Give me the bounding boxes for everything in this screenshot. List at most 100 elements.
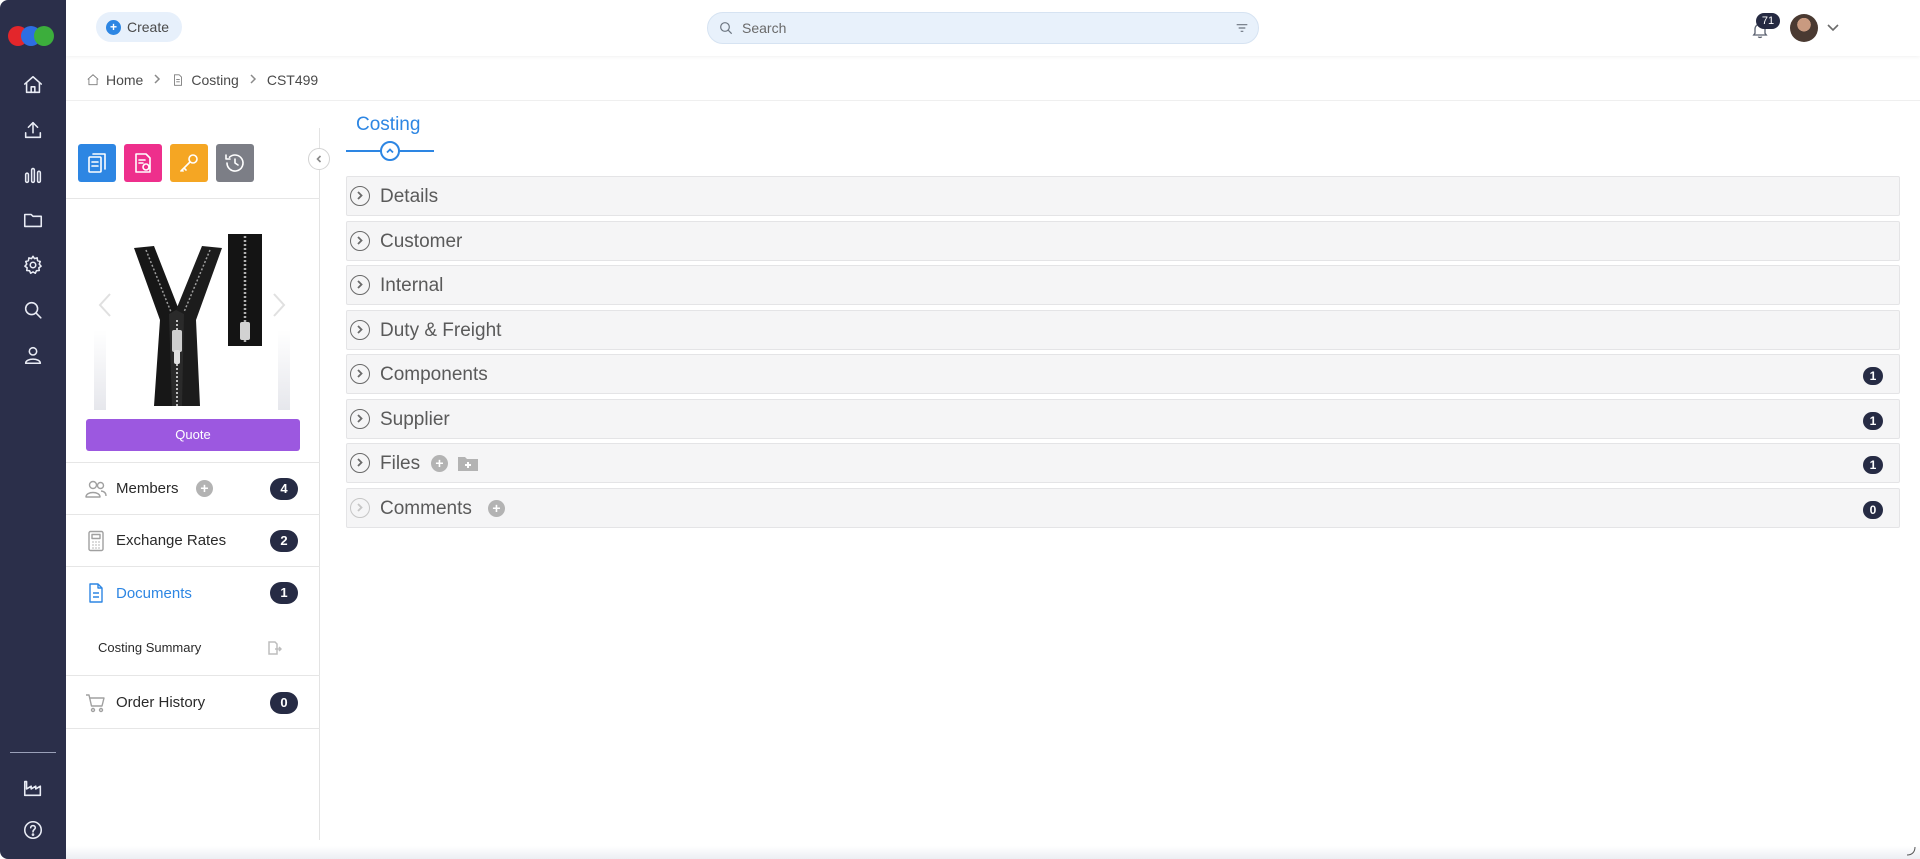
add-file-button[interactable]: + bbox=[431, 455, 448, 472]
analytics-icon[interactable] bbox=[19, 161, 47, 189]
chevron-up-icon[interactable] bbox=[380, 141, 400, 161]
section-internal[interactable]: Internal bbox=[346, 265, 1900, 305]
section-components[interactable]: Components 1 bbox=[346, 354, 1900, 394]
history-button[interactable] bbox=[216, 144, 254, 182]
document-item-costing-summary[interactable]: Costing Summary bbox=[66, 620, 320, 676]
tab-costing[interactable]: Costing bbox=[346, 110, 434, 161]
chevron-down-icon[interactable] bbox=[1826, 20, 1840, 34]
search-icon[interactable] bbox=[19, 296, 47, 324]
avatar[interactable] bbox=[1790, 14, 1818, 42]
add-comment-button[interactable]: + bbox=[488, 500, 505, 517]
report-button[interactable] bbox=[124, 144, 162, 182]
chevron-right-icon bbox=[247, 72, 259, 88]
breadcrumb: Home Costing CST499 bbox=[86, 70, 318, 90]
expand-icon[interactable] bbox=[350, 364, 370, 384]
notification-badge: 71 bbox=[1756, 13, 1780, 29]
breadcrumb-divider bbox=[66, 100, 1920, 101]
section-comments[interactable]: Comments + 0 bbox=[346, 488, 1900, 528]
key-icon bbox=[180, 154, 198, 172]
breadcrumb-current: CST499 bbox=[266, 72, 319, 88]
quote-button[interactable]: Quote bbox=[86, 419, 300, 451]
product-image-zipper[interactable] bbox=[124, 230, 264, 416]
components-count: 1 bbox=[1863, 367, 1883, 385]
expand-icon[interactable] bbox=[350, 320, 370, 340]
document-icon bbox=[174, 74, 183, 86]
section-details[interactable]: Details bbox=[346, 176, 1900, 216]
supplier-count: 1 bbox=[1863, 412, 1883, 430]
add-member-button[interactable]: + bbox=[196, 480, 213, 497]
section-title: Duty & Freight bbox=[380, 320, 502, 341]
breadcrumb-costing-label: Costing bbox=[191, 72, 239, 88]
filter-icon[interactable] bbox=[1234, 20, 1250, 36]
order-history-label: Order History bbox=[116, 694, 206, 711]
comments-count: 0 bbox=[1863, 501, 1883, 519]
documents-count: 1 bbox=[270, 582, 298, 604]
carousel-prev-arrow[interactable] bbox=[96, 290, 116, 320]
section-title: Comments bbox=[380, 498, 472, 519]
collapse-panel-button[interactable] bbox=[308, 148, 330, 170]
nav-rail bbox=[0, 0, 66, 859]
expand-icon[interactable] bbox=[350, 186, 370, 206]
history-icon bbox=[225, 154, 244, 172]
section-supplier[interactable]: Supplier 1 bbox=[346, 399, 1900, 439]
add-folder-icon[interactable] bbox=[457, 453, 479, 473]
expand-icon[interactable] bbox=[350, 275, 370, 295]
factory-icon[interactable] bbox=[19, 774, 47, 802]
calculator-icon bbox=[84, 529, 108, 553]
expand-icon[interactable] bbox=[350, 409, 370, 429]
section-title: Internal bbox=[380, 275, 444, 296]
settings-icon[interactable] bbox=[19, 251, 47, 279]
expand-icon[interactable] bbox=[350, 498, 370, 518]
app-logo[interactable] bbox=[8, 26, 58, 46]
exchange-rates-count: 2 bbox=[270, 530, 298, 552]
documents-label: Documents bbox=[116, 584, 192, 602]
breadcrumb-costing[interactable]: Costing bbox=[171, 72, 239, 88]
export-icon[interactable] bbox=[266, 640, 283, 656]
section-duty-freight[interactable]: Duty & Freight bbox=[346, 310, 1900, 350]
carousel-fade-right bbox=[278, 330, 290, 410]
help-icon[interactable] bbox=[19, 816, 47, 844]
cart-icon bbox=[84, 691, 108, 715]
top-bar: + Create bbox=[66, 0, 1920, 56]
breadcrumb-home-label: Home bbox=[106, 72, 144, 88]
upload-icon[interactable] bbox=[19, 116, 47, 144]
files-count: 1 bbox=[1863, 456, 1883, 474]
documents-icon bbox=[84, 581, 108, 605]
folder-icon[interactable] bbox=[19, 206, 47, 234]
user-icon[interactable] bbox=[19, 341, 47, 369]
search-bar[interactable] bbox=[707, 12, 1259, 44]
report-icon bbox=[135, 153, 151, 173]
sidebar-item-order-history[interactable]: Order History 0 bbox=[66, 677, 320, 729]
sidebar-item-members[interactable]: Members + 4 bbox=[66, 463, 320, 515]
section-title: Details bbox=[380, 186, 439, 207]
toolbar-divider bbox=[66, 198, 320, 199]
search-input[interactable] bbox=[742, 20, 1224, 36]
breadcrumb-home[interactable]: Home bbox=[86, 72, 143, 88]
home-icon[interactable] bbox=[19, 71, 47, 99]
create-button[interactable]: + Create bbox=[96, 12, 182, 42]
section-title: Customer bbox=[380, 231, 463, 252]
chevron-left-icon bbox=[316, 155, 322, 163]
section-title: Files bbox=[380, 453, 421, 474]
expand-icon[interactable] bbox=[350, 453, 370, 473]
members-icon bbox=[84, 477, 108, 501]
key-button[interactable] bbox=[170, 144, 208, 182]
product-image-carousel bbox=[94, 220, 290, 416]
order-history-count: 0 bbox=[270, 692, 298, 714]
carousel-next-arrow[interactable] bbox=[268, 290, 288, 320]
record-side-panel: Quote Members + 4 Exchange Rates 2 Docum… bbox=[66, 128, 330, 840]
section-title: Supplier bbox=[380, 409, 450, 430]
tab-costing-label: Costing bbox=[356, 114, 421, 135]
chevron-right-icon bbox=[151, 72, 163, 88]
cost-sheet-button[interactable] bbox=[78, 144, 116, 182]
bottom-edge bbox=[66, 846, 1920, 859]
expand-icon[interactable] bbox=[350, 231, 370, 251]
members-count: 4 bbox=[270, 478, 298, 500]
section-files[interactable]: Files + 1 bbox=[346, 443, 1900, 483]
exchange-rates-label: Exchange Rates bbox=[116, 532, 227, 549]
sidebar-item-exchange-rates[interactable]: Exchange Rates 2 bbox=[66, 515, 320, 567]
section-customer[interactable]: Customer bbox=[346, 221, 1900, 261]
members-label: Members bbox=[116, 480, 179, 497]
sidebar-item-documents[interactable]: Documents 1 bbox=[66, 567, 320, 619]
resize-handle-icon[interactable] bbox=[1906, 846, 1916, 856]
